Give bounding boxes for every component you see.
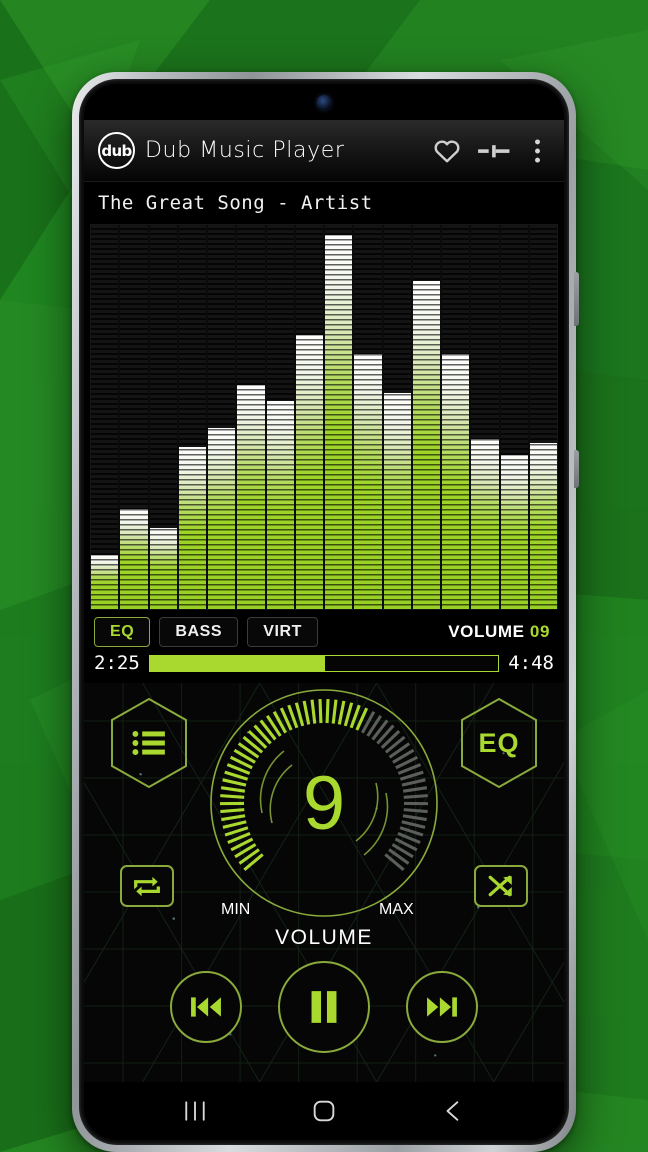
spectrum-bar (529, 443, 557, 609)
transport-controls (84, 961, 564, 1053)
spectrum-band (295, 225, 324, 609)
spectrum-bar (383, 393, 411, 609)
skip-next-icon (427, 997, 457, 1017)
spectrum-band (237, 225, 265, 609)
spectrum-bar (208, 428, 236, 609)
seek-row: 2:25 4:48 (84, 650, 564, 683)
volume-readout: VOLUME 09 (448, 622, 554, 642)
spectrum-bar (266, 401, 294, 609)
play-pause-button[interactable] (278, 961, 370, 1053)
spectrum-bar (442, 354, 470, 609)
spectrum-band (471, 225, 499, 609)
repeat-button[interactable] (120, 865, 174, 907)
pause-icon (311, 991, 337, 1023)
shuffle-button[interactable] (474, 865, 528, 907)
recents-button[interactable] (168, 1089, 222, 1133)
spectrum-bar (91, 555, 119, 609)
equalizer-button[interactable]: EQ (456, 695, 542, 791)
status-bar (84, 84, 564, 120)
playlist-button[interactable] (106, 695, 192, 791)
heart-icon[interactable] (430, 134, 464, 168)
spectrum-bar (295, 335, 323, 609)
spectrum-band (266, 225, 295, 609)
elapsed-time: 2:25 (94, 652, 140, 674)
spectrum-band (91, 225, 119, 609)
back-button[interactable] (426, 1089, 480, 1133)
android-nav-bar (84, 1082, 564, 1140)
volume-caption: VOLUME (275, 926, 373, 949)
spectrum-band (208, 225, 236, 609)
previous-button[interactable] (170, 971, 242, 1043)
virt-toggle-button[interactable]: VIRT (247, 617, 319, 647)
spectrum-band (149, 225, 178, 609)
seek-bar[interactable] (148, 654, 500, 672)
effects-row: EQ BASS VIRT VOLUME 09 (84, 610, 564, 650)
spectrum-band (325, 225, 353, 609)
spectrum-bar (412, 281, 440, 609)
volume-knob-value: 9 (302, 760, 346, 846)
next-button[interactable] (406, 971, 478, 1043)
repeat-icon (134, 876, 160, 897)
bass-toggle-button[interactable]: BASS (159, 617, 239, 647)
back-icon (446, 1101, 459, 1121)
spectrum-bar (120, 509, 148, 609)
spectrum-band (412, 225, 441, 609)
spectrum-bar (471, 439, 499, 609)
home-button[interactable] (297, 1089, 351, 1133)
total-time: 4:48 (508, 652, 554, 674)
spectrum-analyzer[interactable] (90, 224, 558, 610)
power-hardware-button[interactable] (574, 450, 579, 488)
volume-readout-value: 09 (529, 622, 550, 641)
skip-previous-icon (191, 997, 221, 1017)
spectrum-analyzer-panel (84, 224, 564, 610)
spectrum-band (383, 225, 412, 609)
sleep-timer-icon[interactable] (474, 134, 514, 168)
now-playing-title: The Great Song - Artist (84, 182, 564, 224)
phone-screen: dub Dub Music Player The Great Song - Ar… (84, 84, 564, 1140)
recents-icon (185, 1101, 205, 1121)
spectrum-bar (237, 385, 265, 609)
volume-max-label: MAX (379, 901, 414, 918)
home-icon (313, 1100, 335, 1122)
volume-hardware-button[interactable] (574, 272, 579, 326)
controls-panel: EQ 9 MIN MAX VOLUME (84, 683, 564, 1082)
shuffle-icon (488, 875, 512, 897)
dub-logo-icon: dub (98, 132, 135, 169)
front-camera-icon (316, 95, 332, 110)
equalizer-button-label: EQ (478, 727, 520, 758)
app-title: Dub Music Player (145, 138, 345, 163)
phone-bezel: dub Dub Music Player The Great Song - Ar… (79, 79, 569, 1145)
spectrum-band (442, 225, 470, 609)
spectrum-bar (500, 455, 528, 609)
spectrum-band (178, 225, 207, 609)
spectrum-band (500, 225, 529, 609)
playlist-icon (132, 730, 165, 756)
volume-min-label: MIN (221, 901, 251, 918)
seek-bar-fill (149, 655, 326, 671)
eq-toggle-button[interactable]: EQ (94, 617, 151, 647)
app-bar: dub Dub Music Player (84, 120, 564, 182)
phone-device: dub Dub Music Player The Great Song - Ar… (72, 72, 579, 1152)
spectrum-band (529, 225, 558, 609)
spectrum-bar (149, 528, 177, 609)
volume-knob[interactable]: 9 (208, 687, 440, 919)
spectrum-band (120, 225, 148, 609)
spectrum-bar (354, 354, 382, 609)
spectrum-band (354, 225, 382, 609)
volume-readout-label: VOLUME (448, 622, 525, 641)
more-vertical-icon[interactable] (524, 134, 550, 168)
spectrum-bar (325, 235, 353, 609)
spectrum-bar (178, 447, 206, 609)
